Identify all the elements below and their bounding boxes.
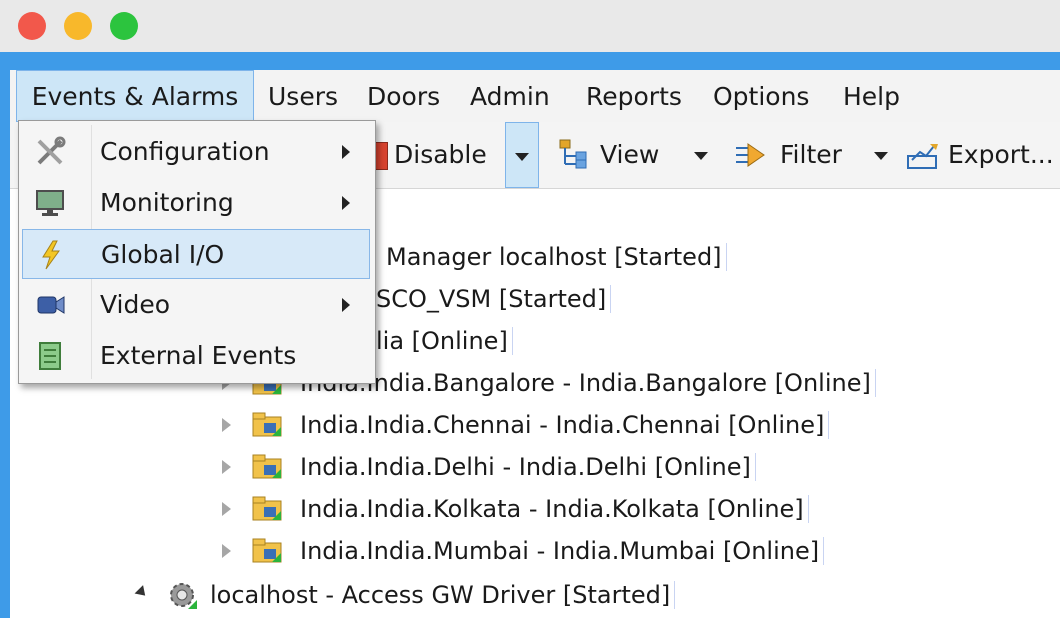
expand-arrow-icon[interactable] xyxy=(222,544,231,558)
document-icon xyxy=(39,342,61,370)
menu-events-alarms[interactable]: Events & Alarms xyxy=(16,70,254,122)
zoom-window-button[interactable] xyxy=(110,12,138,40)
submenu-arrow-icon xyxy=(342,298,350,312)
folder-device-icon xyxy=(252,412,282,437)
menu-help[interactable]: Help xyxy=(843,70,900,122)
disable-button[interactable]: Disable xyxy=(394,122,487,188)
lightning-icon xyxy=(42,240,60,270)
tree-row[interactable]: Manager localhost [Started] xyxy=(386,237,727,277)
collapse-arrow-icon[interactable] xyxy=(134,585,150,600)
tree-row[interactable]: India.India.Kolkata - India.Kolkata [Onl… xyxy=(300,489,809,529)
window-frame-top xyxy=(0,52,1060,70)
filter-button[interactable]: Filter xyxy=(780,122,842,188)
minimize-window-button[interactable] xyxy=(64,12,92,40)
filter-dropdown-icon[interactable] xyxy=(874,152,888,160)
menu-item-global-io[interactable]: Global I/O xyxy=(22,229,370,279)
folder-device-icon xyxy=(252,538,282,563)
tree-row[interactable]: SCO_VSM [Started] xyxy=(376,279,612,319)
window-frame-left xyxy=(0,70,10,618)
gear-icon xyxy=(170,583,197,609)
events-alarms-dropdown: Configuration Monitoring Global I/O Vide… xyxy=(18,120,376,384)
folder-device-icon xyxy=(252,454,282,479)
monitor-icon xyxy=(36,190,64,216)
chevron-down-icon xyxy=(515,153,529,161)
export-icon xyxy=(907,144,938,169)
disable-dropdown-button[interactable] xyxy=(505,122,539,188)
submenu-arrow-icon xyxy=(342,196,350,210)
menu-item-video[interactable]: Video xyxy=(22,280,370,330)
video-camera-icon xyxy=(37,296,65,314)
expand-arrow-icon[interactable] xyxy=(222,460,231,474)
tree-row[interactable]: India.India.Delhi - India.Delhi [Online] xyxy=(300,447,756,487)
view-icon xyxy=(559,139,587,169)
tools-icon xyxy=(37,136,66,165)
tree-row[interactable]: India.India.Bangalore - India.Bangalore … xyxy=(300,363,876,403)
tree-row[interactable]: lia [Online] xyxy=(376,321,513,361)
expand-arrow-icon[interactable] xyxy=(222,418,231,432)
window-titlebar xyxy=(0,0,1060,52)
menu-doors[interactable]: Doors xyxy=(367,70,440,122)
view-button[interactable]: View xyxy=(600,122,659,188)
menu-item-external-events[interactable]: External Events xyxy=(22,331,370,381)
tree-row[interactable]: localhost - Access GW Driver [Started] xyxy=(210,575,676,615)
menu-item-monitoring[interactable]: Monitoring xyxy=(22,178,370,228)
view-dropdown-icon[interactable] xyxy=(694,152,708,160)
menu-options[interactable]: Options xyxy=(713,70,809,122)
menu-users[interactable]: Users xyxy=(268,70,338,122)
expand-arrow-icon[interactable] xyxy=(222,502,231,516)
menu-reports[interactable]: Reports xyxy=(586,70,682,122)
folder-device-icon xyxy=(252,496,282,521)
menu-item-configuration[interactable]: Configuration xyxy=(22,127,370,177)
close-window-button[interactable] xyxy=(18,12,46,40)
tree-row[interactable]: India.India.Mumbai - India.Mumbai [Onlin… xyxy=(300,531,825,571)
submenu-arrow-icon xyxy=(342,145,350,159)
menu-bar: Events & Alarms Users Doors Admin Report… xyxy=(10,70,1060,122)
export-button[interactable]: Export... xyxy=(948,122,1054,188)
tree-row[interactable]: India.India.Chennai - India.Chennai [Onl… xyxy=(300,405,830,445)
menu-admin[interactable]: Admin xyxy=(470,70,550,122)
filter-icon xyxy=(736,143,765,167)
